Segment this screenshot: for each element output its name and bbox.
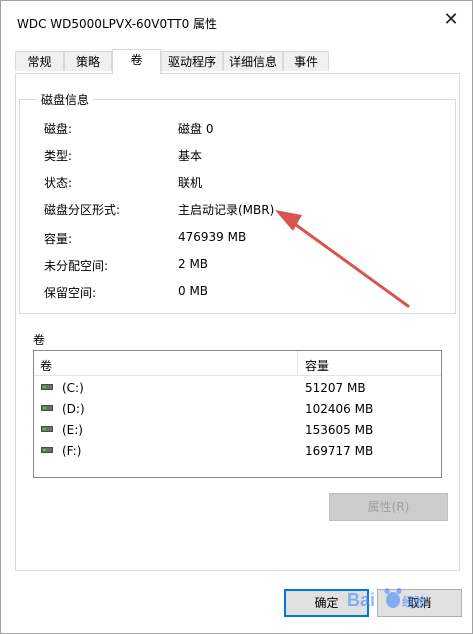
title-bar: WDC WD5000LPVX-60V0TT0 属性 ✕	[1, 1, 472, 41]
tab-events[interactable]: 事件	[283, 51, 329, 71]
info-value: 基本	[178, 149, 203, 163]
svg-text:Bai: Bai	[347, 590, 375, 610]
svg-text:经验: 经验	[402, 594, 427, 609]
volumes-section-label: 卷	[33, 333, 46, 347]
info-label: 保留空间:	[44, 286, 97, 300]
volume-name: (F:)	[62, 444, 82, 458]
info-value: 476939 MB	[178, 230, 247, 244]
list-item[interactable]: (C:) 51207 MB	[34, 377, 441, 398]
properties-button[interactable]: 属性(R)	[329, 493, 448, 521]
volume-capacity: 169717 MB	[305, 444, 374, 458]
drive-icon	[41, 384, 53, 390]
info-row-disk: 磁盘: 磁盘 0	[44, 120, 444, 138]
column-header-capacity[interactable]: 容量	[305, 357, 329, 374]
info-row-partition-style: 磁盘分区形式: 主启动记录(MBR)	[44, 201, 444, 219]
volume-capacity: 102406 MB	[305, 402, 374, 416]
info-row-type: 类型: 基本	[44, 147, 444, 165]
tab-volumes[interactable]: 卷	[112, 49, 161, 74]
info-row-status: 状态: 联机	[44, 174, 444, 192]
disk-info-title: 磁盘信息	[37, 91, 94, 108]
drive-icon	[41, 447, 53, 453]
volumes-list-header: 卷 容量	[34, 351, 441, 376]
column-header-volume[interactable]: 卷	[40, 357, 52, 374]
list-item[interactable]: (D:) 102406 MB	[34, 398, 441, 419]
volumes-list[interactable]: 卷 容量 (C:) 51207 MB (D:) 102406 MB (E:) 1…	[33, 350, 442, 478]
volume-name: (C:)	[62, 381, 84, 395]
list-item[interactable]: (F:) 169717 MB	[34, 440, 441, 461]
info-value: 主启动记录(MBR)	[178, 203, 275, 217]
info-label: 容量:	[44, 232, 73, 246]
info-row-unallocated: 未分配空间: 2 MB	[44, 257, 444, 275]
baidu-watermark-logo: Bai 经验	[347, 588, 427, 610]
info-label: 状态:	[44, 176, 73, 190]
info-value: 0 MB	[178, 284, 209, 298]
column-divider[interactable]	[297, 351, 298, 375]
drive-icon	[41, 405, 53, 411]
info-value: 联机	[178, 176, 203, 190]
tab-details[interactable]: 详细信息	[223, 51, 283, 71]
info-row-reserved: 保留空间: 0 MB	[44, 284, 444, 302]
window-title: WDC WD5000LPVX-60V0TT0 属性	[17, 17, 218, 31]
drive-icon	[41, 426, 53, 432]
tab-policies[interactable]: 策略	[64, 51, 112, 71]
info-label: 未分配空间:	[44, 259, 109, 273]
info-label: 类型:	[44, 149, 73, 163]
info-value: 磁盘 0	[178, 122, 214, 136]
volume-name: (D:)	[62, 402, 85, 416]
close-icon[interactable]: ✕	[440, 9, 462, 31]
volume-capacity: 51207 MB	[305, 381, 366, 395]
tab-general[interactable]: 常规	[15, 51, 64, 71]
tab-driver[interactable]: 驱动程序	[161, 51, 223, 71]
info-row-capacity: 容量: 476939 MB	[44, 230, 444, 248]
volume-capacity: 153605 MB	[305, 423, 374, 437]
volume-name: (E:)	[62, 423, 83, 437]
info-label: 磁盘分区形式:	[44, 203, 121, 217]
list-item[interactable]: (E:) 153605 MB	[34, 419, 441, 440]
info-label: 磁盘:	[44, 122, 73, 136]
properties-dialog: WDC WD5000LPVX-60V0TT0 属性 ✕ 常规 策略 卷 驱动程序…	[0, 0, 473, 634]
info-value: 2 MB	[178, 257, 209, 271]
